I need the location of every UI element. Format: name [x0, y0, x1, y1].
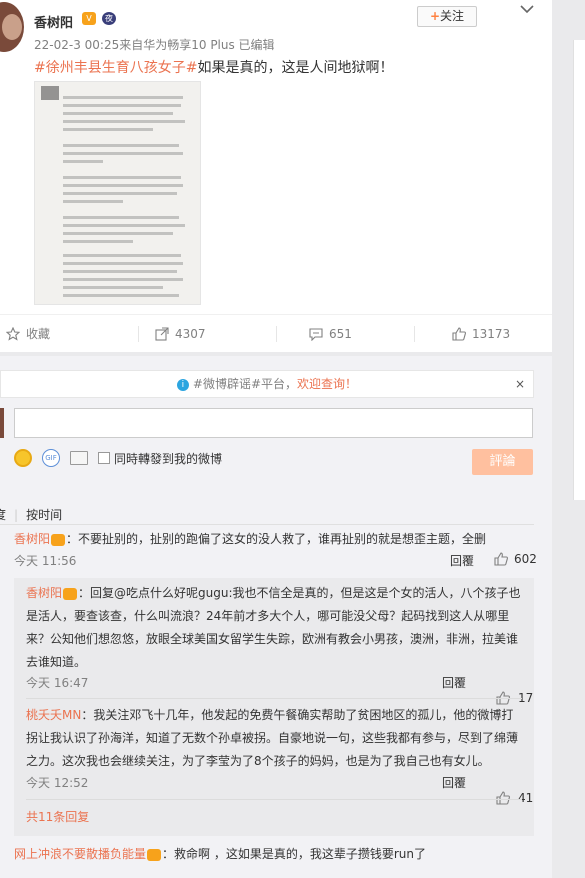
- reply-button[interactable]: 回覆: [450, 552, 474, 569]
- notice-text[interactable]: #微博辟谣#平台，: [193, 377, 297, 391]
- all-replies-link[interactable]: 共11条回复: [26, 808, 89, 825]
- comment-footer: 今天 11:56 回覆 602: [14, 552, 537, 572]
- comment-like-button[interactable]: 602: [494, 552, 537, 566]
- comment-like-count: 602: [514, 552, 537, 566]
- post-card: 香树阳 V 夜 22-02-3 00:25来自华为畅享10 Plus 已编辑 +…: [0, 0, 552, 352]
- action-bar: 收藏 4307 651 13173: [0, 314, 552, 352]
- reply-time: 今天 12:52: [26, 776, 89, 790]
- post-meta: 22-02-3 00:25来自华为畅享10 Plus 已编辑: [34, 38, 275, 52]
- reply-time: 今天 16:47: [26, 676, 89, 690]
- comment-author[interactable]: 香树阳: [14, 532, 50, 546]
- reply-text: ：回复@吃点什么好呢gugu:我也不信全是真的，但是这是个女的活人，八个孩子也是…: [26, 586, 521, 669]
- image-icon[interactable]: [70, 451, 88, 465]
- reply-text: ：我关注邓飞十几年，他发起的免费午餐确实帮助了贫困地区的孤儿，他的微博打拐让我认…: [26, 708, 519, 768]
- vip-badge-icon: V: [82, 12, 96, 25]
- close-icon[interactable]: ×: [515, 371, 525, 397]
- emoji-icon[interactable]: [14, 449, 32, 467]
- comment-text: ：救命啊 ，这如果是真的，我这辈子攒钱要run了: [162, 847, 426, 861]
- comment-count: 651: [329, 327, 352, 341]
- checkbox-icon[interactable]: [98, 452, 110, 464]
- reply-item: 桃夭夭MN：我关注邓飞十几年，他发起的免费午餐确实帮助了贫困地区的孤儿，他的微博…: [26, 704, 524, 773]
- plus-icon: +: [429, 9, 441, 23]
- repost-count: 4307: [175, 327, 206, 341]
- reply-button[interactable]: 回覆: [442, 674, 466, 691]
- favorite-label: 收藏: [26, 327, 51, 341]
- notice-link[interactable]: 欢迎查询！: [297, 377, 357, 391]
- comment-panel: i #微博辟谣#平台，欢迎查询！ × GIF 同時轉發到我的微博 評論 度 | 按时间…: [0, 356, 552, 878]
- sort-tabs: 度 | 按时间: [0, 506, 62, 523]
- hashtag-link[interactable]: #徐州丰县生育八孩女子#: [34, 60, 197, 76]
- thumbs-up-icon: [452, 327, 466, 341]
- star-icon: [6, 327, 20, 341]
- post-body: 如果是真的，这是人间地狱啊！: [197, 60, 394, 76]
- repost-icon: [155, 327, 169, 341]
- comment-author[interactable]: 网上冲浪不要散播负能量: [14, 847, 146, 861]
- vip-badge-icon: [147, 848, 162, 861]
- scrollbar[interactable]: [573, 40, 585, 500]
- repost-checkbox-label: 同時轉發到我的微博: [114, 451, 223, 466]
- rumor-notice: i #微博辟谣#平台，欢迎查询！ ×: [0, 370, 534, 398]
- level-badge-icon: 夜: [102, 12, 116, 25]
- reply-button[interactable]: 回覆: [442, 774, 466, 791]
- comment-input[interactable]: [14, 408, 533, 438]
- reply-author[interactable]: 桃夭夭MN: [26, 708, 81, 722]
- follow-label: 关注: [440, 9, 465, 23]
- comment-toolbar: GIF 同時轉發到我的微博: [14, 448, 222, 468]
- repost-checkbox[interactable]: 同時轉發到我的微博: [98, 450, 222, 467]
- comment-time: 今天 11:56: [14, 554, 77, 568]
- reply-footer: 今天 16:47 回覆 17: [26, 674, 533, 705]
- post-text: #徐州丰县生育八孩女子#如果是真的，这是人间地狱啊！: [34, 57, 393, 77]
- submit-comment-button[interactable]: 評論: [472, 449, 533, 475]
- like-button[interactable]: 13173: [452, 315, 510, 353]
- vip-badge-icon: [51, 533, 66, 546]
- vip-badge-icon: [63, 587, 78, 600]
- reply-like-count: 41: [518, 791, 534, 805]
- comment-item: 网上冲浪不要散播负能量 ：救命啊 ，这如果是真的，我这辈子攒钱要run了: [14, 844, 534, 864]
- like-count: 13173: [472, 327, 511, 341]
- reply-author[interactable]: 香树阳: [26, 586, 62, 600]
- sort-hot-tab[interactable]: 度: [0, 508, 6, 522]
- post-image[interactable]: [34, 81, 201, 305]
- chevron-down-icon[interactable]: [519, 2, 535, 16]
- favorite-button[interactable]: 收藏: [6, 315, 50, 353]
- post-username[interactable]: 香树阳: [34, 12, 73, 31]
- sort-time-tab[interactable]: 按时间: [26, 508, 62, 522]
- comment-text: ：不要扯别的，扯别的跑偏了这女的没人救了，谁再扯别的就是想歪主题，全删: [66, 532, 487, 546]
- reply-list: 香树阳 ：回复@吃点什么好呢gugu:我也不信全是真的，但是这是个女的活人，八个孩…: [14, 578, 534, 836]
- repost-button[interactable]: 4307: [155, 315, 206, 353]
- info-icon: i: [176, 378, 189, 391]
- avatar[interactable]: [0, 2, 24, 52]
- thumbs-up-icon: [496, 791, 510, 805]
- gif-icon[interactable]: GIF: [42, 449, 60, 467]
- reply-footer: 今天 12:52 回覆 41: [26, 774, 533, 805]
- comment-button[interactable]: 651: [309, 315, 352, 353]
- my-avatar: [0, 408, 4, 438]
- reply-item: 香树阳 ：回复@吃点什么好呢gugu:我也不信全是真的，但是这是个女的活人，八个孩…: [26, 582, 524, 674]
- comment-icon: [309, 328, 323, 341]
- thumbs-up-icon: [494, 552, 508, 566]
- reply-like-button[interactable]: 41: [496, 791, 533, 805]
- follow-button[interactable]: +关注: [417, 6, 477, 27]
- comment-item: 香树阳 ：不要扯别的，扯别的跑偏了这女的没人救了，谁再扯别的就是想歪主题，全删: [14, 529, 534, 549]
